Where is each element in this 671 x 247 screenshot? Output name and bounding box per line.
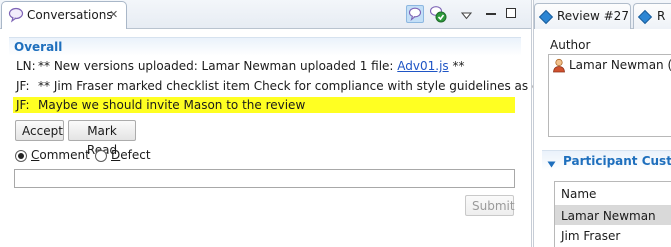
overall-section-title: Overall <box>14 40 63 54</box>
review-tab-bar: Review #27 R <box>534 0 671 29</box>
file-link[interactable]: Adv01.js <box>397 59 448 73</box>
author-label: Author <box>550 38 591 52</box>
comment-radio-dot <box>18 153 24 159</box>
table-row[interactable]: Jim Fraser <box>555 226 671 245</box>
second-review-tab[interactable]: R <box>633 3 671 29</box>
message-row: LN: ** New versions uploaded: Lamar Newma… <box>16 59 465 73</box>
message-text: Maybe we should invite Mason to the revi… <box>38 98 306 112</box>
comment-input[interactable] <box>14 169 515 188</box>
defect-radio[interactable] <box>95 150 107 162</box>
author-list[interactable]: Lamar Newman (LI <box>548 54 671 137</box>
collapse-triangle-icon[interactable] <box>547 157 556 171</box>
message-author: JF: <box>16 98 30 112</box>
mark-read-button[interactable]: Mark Read <box>68 120 136 157</box>
review-diamond-icon <box>538 9 554 25</box>
message-author: JF: <box>16 79 30 93</box>
participant-name: Jim Fraser <box>561 229 621 243</box>
review-tab-label: Review #27 <box>557 9 629 23</box>
review-diamond-icon <box>637 9 653 25</box>
participant-name: Lamar Newman <box>561 209 656 223</box>
conversations-tab-label: Conversations <box>27 8 113 22</box>
person-icon <box>552 58 566 76</box>
second-review-tab-label: R <box>657 9 666 23</box>
accept-button[interactable]: Accept <box>15 120 64 141</box>
table-header-name[interactable]: Name <box>555 182 671 206</box>
maximize-icon[interactable] <box>506 8 516 18</box>
author-entry[interactable]: Lamar Newman (LI <box>569 58 671 72</box>
participant-section-title: Participant Custom <box>563 154 671 168</box>
message-row-highlighted: JF: Maybe we should invite Mason to the r… <box>16 98 305 112</box>
review-tab[interactable]: Review #27 <box>534 3 631 29</box>
participant-section-header[interactable]: Participant Custom <box>542 150 671 171</box>
conversations-tab-bar: Conversations ✕ <box>0 0 531 29</box>
submit-button[interactable]: Submit <box>465 195 515 216</box>
comment-radio[interactable] <box>15 150 27 162</box>
comment-radio-label[interactable]: Comment <box>31 148 90 162</box>
chat-bubble-icon <box>408 7 422 21</box>
defect-label-rest: efect <box>120 148 151 162</box>
message-text: ** New versions uploaded: Lamar Newman u… <box>38 59 398 73</box>
conversations-tab[interactable]: Conversations ✕ <box>1 1 127 29</box>
table-row[interactable]: Lamar Newman <box>555 206 671 225</box>
message-row: JF: ** Jim Fraser marked checklist item C… <box>16 79 578 93</box>
overall-section-header: Overall <box>9 37 521 56</box>
message-text: ** Jim Fraser marked checklist item Chec… <box>38 79 578 93</box>
conversations-tab-icon <box>8 7 24 26</box>
message-author: LN: <box>16 59 36 73</box>
view-menu-icon[interactable] <box>460 9 473 23</box>
defect-radio-label[interactable]: Defect <box>111 148 151 162</box>
column-header-label: Name <box>561 187 597 201</box>
defect-mnemonic: D <box>111 148 121 162</box>
conversations-view: Conversations ✕ Overall LN: ** New versi… <box>0 0 578 247</box>
review-view: Review #27 R Author Lamar Newman (LI Par… <box>533 0 671 247</box>
minimize-icon[interactable] <box>486 13 496 15</box>
participant-table: Name Lamar Newman Jim Fraser <box>554 181 671 247</box>
checklist-toggle-button[interactable] <box>429 5 447 23</box>
close-tab-icon[interactable]: ✕ <box>109 9 118 20</box>
chat-bubble-toggle-button[interactable] <box>406 5 424 23</box>
comment-label-rest: omment <box>39 148 90 162</box>
checklist-icon <box>429 6 447 23</box>
message-text-tail: ** <box>448 59 465 73</box>
